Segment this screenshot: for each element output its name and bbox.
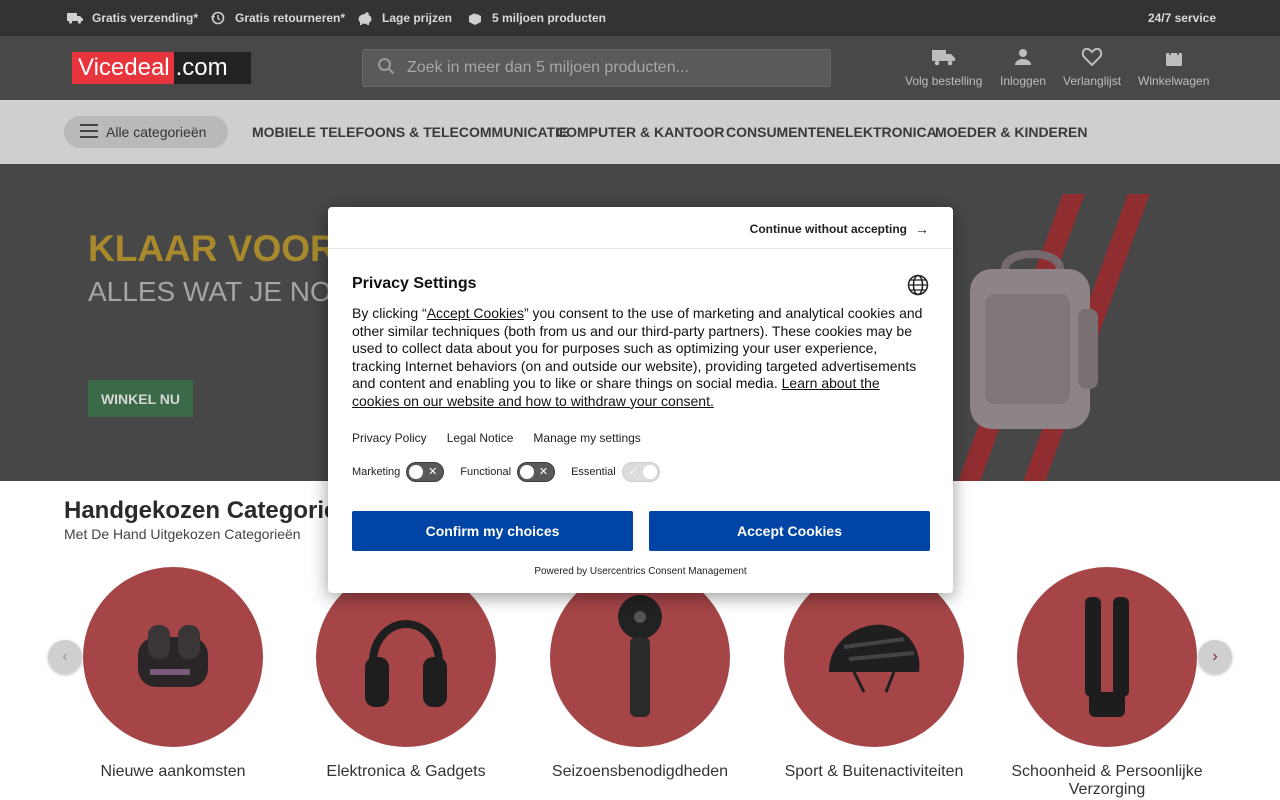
search-icon[interactable] — [377, 57, 395, 80]
continue-without-accepting-link[interactable]: Continue without accepting → — [750, 221, 929, 237]
section-title: Handgekozen Categorieë — [64, 497, 351, 524]
close-icon: ✕ — [428, 466, 438, 478]
fan-image — [618, 595, 662, 717]
category-label[interactable]: Nieuwe aankomsten — [63, 763, 283, 781]
earbuds-image — [138, 625, 208, 687]
all-categories-label: Alle categorieën — [106, 124, 207, 140]
track-order-link[interactable]: Volg bestelling — [905, 48, 982, 88]
privacy-policy-link[interactable]: Privacy Policy — [352, 431, 427, 445]
search-box[interactable] — [362, 49, 831, 87]
box-icon — [466, 11, 484, 25]
dialog-header: Continue without accepting → — [328, 207, 953, 249]
marketing-toggle[interactable]: ✕ — [406, 462, 445, 482]
category-card-electronics[interactable] — [316, 567, 496, 747]
close-icon: ✕ — [538, 466, 549, 478]
user-icon — [1015, 49, 1032, 65]
accept-cookies-button[interactable]: Accept Cookies — [649, 511, 930, 551]
usp-prices: Lage prijzen — [356, 11, 452, 25]
usp-shipping: Gratis verzending* — [66, 11, 198, 25]
category-label[interactable]: Schoonheid & Persoonlijke Verzorging — [997, 763, 1217, 799]
body-text-pre: By clicking “ — [352, 305, 427, 321]
arrow-right-icon: → — [915, 221, 929, 237]
all-categories-button[interactable]: Alle categorieën — [64, 116, 228, 148]
carousel-next-button[interactable]: › — [1198, 640, 1232, 674]
category-card-sport[interactable] — [784, 567, 964, 747]
usp-label: Gratis verzending* — [92, 11, 199, 25]
menu-icon — [80, 123, 98, 141]
powered-by-text: Powered by Usercentrics Consent Manageme… — [534, 566, 747, 577]
essential-toggle-group: Essential ✓ — [571, 462, 660, 482]
privacy-consent-dialog: Continue without accepting → Privacy Set… — [328, 207, 953, 593]
marketing-toggle-group: Marketing ✕ — [352, 462, 445, 482]
essential-toggle: ✓ — [621, 462, 660, 482]
continue-label: Continue without accepting — [749, 222, 907, 236]
logo-brand: Vicedeal — [72, 52, 174, 84]
usp-label: Gratis retourneren* — [235, 11, 346, 25]
usp-returns: Gratis retourneren* — [209, 11, 345, 25]
nav-link-mobile[interactable]: MOBIELE TELEFOONS & TELECOMMUNICATIE — [252, 124, 568, 140]
piggybank-icon — [356, 11, 374, 25]
category-nav: Alle categorieën MOBIELE TELEFOONS & TEL… — [0, 100, 1280, 164]
check-icon: ✓ — [628, 466, 638, 478]
usp-label: Lage prijzen — [382, 11, 453, 25]
functional-toggle-group: Functional ✕ — [460, 462, 556, 482]
helmet-image — [829, 624, 920, 693]
category-card-new[interactable] — [83, 567, 263, 747]
usp-products: 5 miljoen producten — [466, 11, 606, 25]
nav-label: Verlanglijst — [1063, 74, 1122, 88]
cart-link[interactable]: Winkelwagen — [1138, 48, 1209, 88]
functional-toggle[interactable]: ✕ — [517, 462, 556, 482]
site-header: Vicedeal .com Volg bestelling Inloggen V… — [0, 36, 1280, 100]
return-icon — [209, 11, 227, 25]
wishlist-link[interactable]: Verlanglijst — [1063, 48, 1121, 88]
category-label[interactable]: Seizoensbenodigdheden — [530, 763, 750, 781]
toggle-label: Marketing — [352, 466, 401, 478]
service-label[interactable]: 24/7 service — [1148, 11, 1216, 25]
category-card-beauty[interactable] — [1017, 567, 1197, 747]
truck-icon — [66, 11, 84, 25]
backpack-image — [970, 250, 1098, 429]
accept-cookies-inline-link[interactable]: Accept Cookies — [427, 305, 524, 321]
headphones-image — [365, 620, 447, 707]
login-link[interactable]: Inloggen — [1000, 48, 1046, 88]
truck-icon — [931, 50, 955, 66]
nav-link-mother-kids[interactable]: MOEDER & KINDEREN — [935, 124, 1087, 140]
category-card-seasonal[interactable] — [550, 567, 730, 747]
nav-link-computer[interactable]: COMPUTER & KANTOOR — [556, 124, 725, 140]
carousel-prev-button[interactable]: ‹ — [48, 640, 82, 674]
logo-tld: .com — [173, 52, 251, 84]
dialog-body: By clicking “Accept Cookies” you consent… — [352, 305, 930, 410]
bag-icon — [1165, 48, 1182, 66]
search-input[interactable] — [407, 59, 807, 77]
heart-icon — [1082, 48, 1103, 66]
category-label[interactable]: Elektronica & Gadgets — [296, 763, 516, 781]
top-usp-bar: Gratis verzending* Gratis retourneren* L… — [0, 0, 1280, 36]
toggle-label: Essential — [571, 466, 616, 478]
nav-label: Winkelwagen — [1138, 74, 1210, 88]
consent-toggles: Marketing ✕ Functional ✕ Essential ✓ — [352, 462, 676, 482]
dialog-title: Privacy Settings — [352, 275, 477, 292]
manage-settings-link[interactable]: Manage my settings — [533, 431, 640, 445]
toggle-label: Functional — [460, 466, 512, 478]
shop-now-button[interactable]: WINKEL NU — [88, 380, 193, 417]
globe-icon[interactable] — [907, 274, 929, 301]
nav-label: Inloggen — [1000, 74, 1047, 88]
curler-image — [1085, 597, 1129, 717]
dialog-links: Privacy Policy Legal Notice Manage my se… — [352, 431, 661, 445]
usp-label: 5 miljoen producten — [492, 11, 607, 25]
site-logo[interactable]: Vicedeal .com — [72, 52, 251, 84]
legal-notice-link[interactable]: Legal Notice — [447, 431, 514, 445]
category-label[interactable]: Sport & Buitenactiviteiten — [764, 763, 984, 781]
nav-link-electronics[interactable]: CONSUMENTENELEKTRONICA — [726, 124, 937, 140]
nav-label: Volg bestelling — [905, 74, 983, 88]
confirm-choices-button[interactable]: Confirm my choices — [352, 511, 633, 551]
section-subtitle: Met De Hand Uitgekozen Categorieën — [64, 526, 301, 542]
